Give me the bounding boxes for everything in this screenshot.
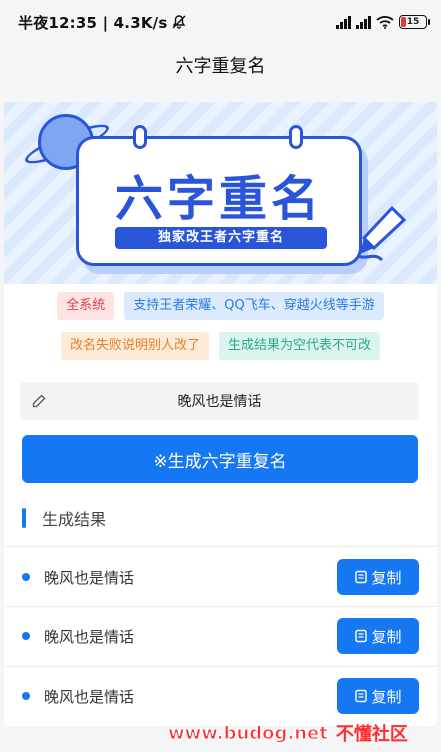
watermark: www.budog.net 不懂社区 [168,720,408,746]
copy-button[interactable]: 复制 [337,618,419,654]
copy-icon [355,629,368,643]
copy-icon [355,570,368,584]
name-input[interactable] [46,393,393,409]
divider [4,546,437,547]
tag-rename-failed: 改名失败说明别人改了 [60,332,209,360]
main-card: 六字重名 独家改王者六字重名 全系统 支持王者荣耀、QQ飞车、穿越火线等手游 改… [4,102,437,726]
heading-accent-bar [22,508,26,528]
bullet-dot-icon [22,573,30,581]
result-text: 晚风也是情话 [44,687,135,706]
page-title: 六字重复名 [175,56,266,77]
bullet-dot-icon [22,692,30,700]
copy-label: 复制 [371,568,402,587]
generate-button[interactable]: ※生成六字重复名 [22,435,418,483]
tag-empty-result: 生成结果为空代表不可改 [219,332,381,360]
tag-all-systems: 全系统 [57,292,115,320]
tag-supported-games: 支持王者荣耀、QQ飞车、穿越火线等手游 [124,292,384,320]
copy-button[interactable]: 复制 [337,559,419,595]
binder-ring-icon [289,125,303,149]
result-row: 晚风也是情话 复制 [4,667,437,725]
status-bar: 半夜12:35 | 4.3K/s 15 [0,0,441,44]
result-text: 晚风也是情话 [44,627,135,646]
name-input-box[interactable] [20,382,419,420]
wifi-icon [376,15,394,29]
result-row: 晚风也是情话 复制 [4,607,437,665]
signal-hd-icon [356,15,371,29]
binder-ring-icon [133,125,147,149]
status-time: 半夜12:35 | 4.3K/s [18,13,168,32]
results-heading: 生成结果 [22,506,106,530]
copy-button[interactable]: 复制 [337,678,419,714]
page-header: 六字重复名 [0,44,441,86]
results-title: 生成结果 [42,510,107,529]
mute-icon [171,14,187,30]
watermark-name: 不懂社区 [335,724,408,745]
result-row: 晚风也是情话 复制 [4,548,437,606]
battery-level: 15 [406,17,420,27]
copy-label: 复制 [371,687,402,706]
fountain-pen-icon [357,205,407,262]
watermark-url: www.budog.net [168,722,329,744]
notice-tags: 全系统 支持王者荣耀、QQ飞车、穿越火线等手游 改名失败说明别人改了 生成结果为… [4,292,437,372]
bullet-dot-icon [22,632,30,640]
pencil-icon [32,394,46,408]
copy-label: 复制 [371,627,402,646]
copy-icon [355,689,368,703]
battery-icon: 15 [399,15,430,29]
banner-subtitle: 独家改王者六字重名 [115,227,327,249]
banner-title: 六字重名 [114,171,323,227]
signal-hd-icon [336,15,351,29]
banner-image: 六字重名 独家改王者六字重名 [4,102,437,284]
result-text: 晚风也是情话 [44,568,135,587]
banner-board: 六字重名 独家改王者六字重名 [76,125,362,266]
